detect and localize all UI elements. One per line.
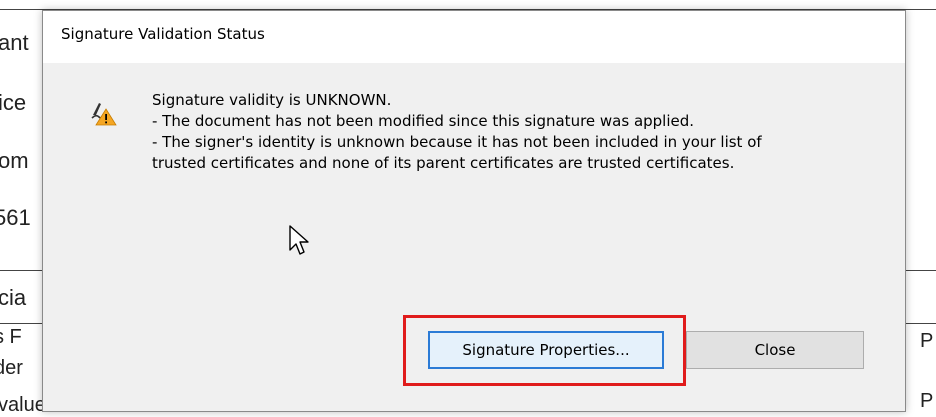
validation-message: Signature validity is UNKNOWN. - The doc…: [152, 90, 872, 174]
signature-validation-dialog: Signature Validation Status Signature va…: [42, 10, 906, 412]
doc-fragment: P: [920, 390, 934, 412]
message-line: - The signer's identity is unknown becau…: [152, 133, 762, 151]
doc-fragment: ice: [0, 90, 27, 115]
dialog-title: Signature Validation Status: [61, 25, 265, 43]
doc-fragment: om: [0, 148, 29, 173]
message-line: - The document has not been modified sin…: [152, 112, 695, 130]
message-line: trusted certificates and none of its par…: [152, 154, 735, 172]
doc-fragment: s F: [0, 326, 22, 348]
signature-properties-button[interactable]: Signature Properties...: [428, 331, 664, 369]
mouse-cursor-icon: [288, 224, 312, 260]
doc-fragment: P: [920, 330, 934, 352]
doc-fragment: cia: [0, 285, 27, 310]
signature-warning-icon: [89, 97, 119, 127]
dialog-titlebar[interactable]: Signature Validation Status: [43, 11, 905, 63]
doc-fragment: 561: [0, 205, 31, 230]
doc-fragment: ant: [0, 30, 29, 55]
signature-properties-label: Signature Properties...: [462, 341, 630, 359]
close-label: Close: [754, 341, 796, 359]
doc-fragment: der: [0, 357, 23, 379]
message-line: Signature validity is UNKNOWN.: [152, 91, 392, 109]
close-button[interactable]: Close: [686, 331, 864, 369]
